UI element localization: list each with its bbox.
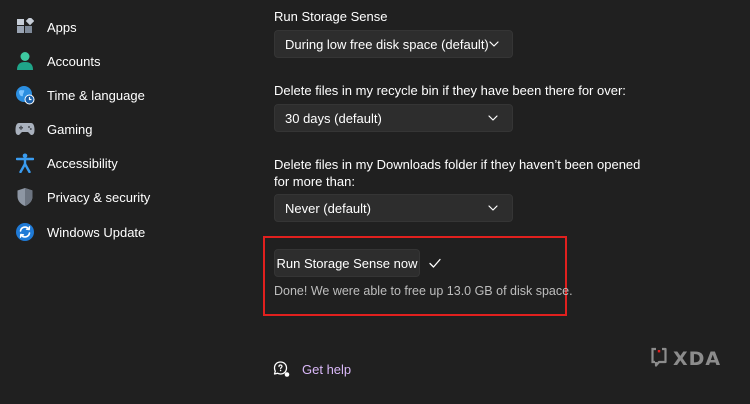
sidebar-item-accessibility[interactable]: Accessibility: [14, 148, 244, 178]
accessibility-icon: [14, 152, 36, 174]
dropdown-value: 30 days (default): [285, 110, 382, 126]
chevron-down-icon: [486, 111, 500, 125]
dropdown-value: Never (default): [285, 200, 371, 216]
sidebar-item-label: Apps: [47, 19, 77, 35]
run-storage-sense-now-button[interactable]: Run Storage Sense now: [274, 249, 420, 277]
time-language-icon: [14, 84, 36, 106]
help-chat-icon: [272, 360, 290, 378]
windows-update-icon: [14, 221, 36, 243]
recycle-bin-label: Delete files in my recycle bin if they h…: [274, 83, 626, 98]
get-help-link[interactable]: Get help: [272, 358, 351, 380]
dropdown-value: During low free disk space (default): [285, 36, 489, 52]
sidebar-item-label: Windows Update: [47, 224, 146, 240]
get-help-label: Get help: [302, 361, 352, 377]
run-storage-sense-dropdown[interactable]: During low free disk space (default): [274, 30, 513, 58]
sidebar-item-label: Privacy & security: [47, 189, 151, 205]
apps-icon: [14, 16, 36, 38]
accounts-icon: [14, 50, 36, 72]
sidebar-item-gaming[interactable]: Gaming: [14, 114, 244, 144]
xda-logo-icon: [651, 347, 667, 372]
sidebar-item-accounts[interactable]: Accounts: [14, 46, 244, 76]
sidebar-item-label: Accessibility: [47, 155, 118, 171]
sidebar-item-label: Time & language: [47, 87, 145, 103]
cleanup-status-text: Done! We were able to free up 13.0 GB of…: [274, 284, 573, 298]
recycle-bin-dropdown[interactable]: 30 days (default): [274, 104, 513, 132]
xda-watermark: XDA: [651, 347, 722, 372]
sidebar-item-windows-update[interactable]: Windows Update: [14, 217, 244, 247]
privacy-security-icon: [14, 186, 36, 208]
gaming-icon: [14, 118, 36, 140]
sidebar-item-label: Gaming: [47, 121, 93, 137]
downloads-folder-label: Delete files in my Downloads folder if t…: [274, 157, 641, 189]
checkmark-icon: [428, 256, 442, 270]
sidebar-item-time-language[interactable]: Time & language: [14, 80, 244, 110]
xda-watermark-text: XDA: [673, 348, 722, 370]
chevron-down-icon: [489, 37, 500, 51]
settings-sidebar: Apps Accounts Time & language Gaming Acc…: [0, 0, 250, 404]
chevron-down-icon: [486, 201, 500, 215]
sidebar-item-apps[interactable]: Apps: [14, 12, 244, 42]
run-storage-sense-label: Run Storage Sense: [274, 9, 388, 24]
sidebar-item-label: Accounts: [47, 53, 101, 69]
downloads-folder-dropdown[interactable]: Never (default): [274, 194, 513, 222]
sidebar-item-privacy-security[interactable]: Privacy & security: [14, 182, 244, 212]
